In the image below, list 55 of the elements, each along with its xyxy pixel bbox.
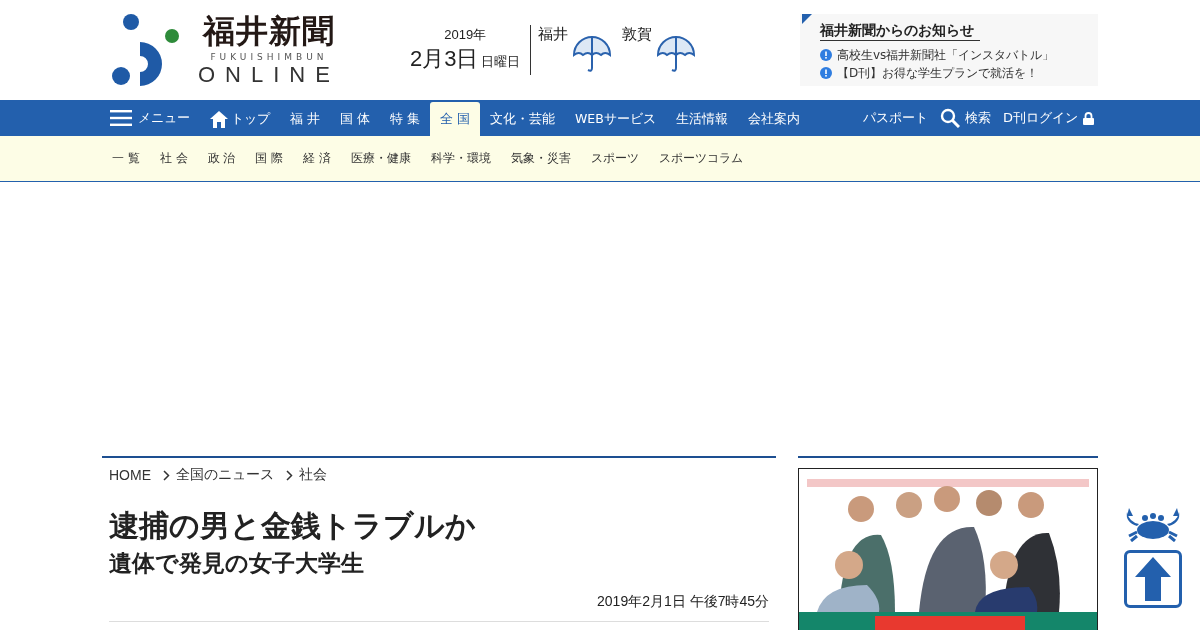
up-arrow-icon <box>1135 557 1171 601</box>
nav-tab[interactable]: 文化・芸能 <box>479 102 565 136</box>
home-icon <box>210 110 228 128</box>
subnav-link[interactable]: スポーツコラム <box>659 150 744 167</box>
subnav-link[interactable]: 経 済 <box>303 150 332 167</box>
nav-link[interactable]: 検索 <box>940 108 991 128</box>
chevron-icon <box>163 469 170 481</box>
logo-icon <box>112 14 180 86</box>
nav-link[interactable]: D刊ログイン <box>1003 109 1094 127</box>
info-icon <box>820 67 832 79</box>
date-year: 2019年 <box>444 26 487 44</box>
article-subhead: 遺体で発見の女子大学生 <box>109 549 365 578</box>
article-timestamp: 2019年2月1日 午後7時45分 <box>109 592 769 622</box>
subnav-link[interactable]: 社 会 <box>159 150 188 167</box>
nav-tab[interactable]: 国 体 <box>330 102 380 136</box>
nav-link[interactable]: パスポート <box>863 109 928 127</box>
date-day: 2月3日 <box>409 44 479 74</box>
logo-title: 福井新聞 <box>201 11 336 51</box>
back-to-top-button[interactable] <box>1124 550 1182 608</box>
nav-tab[interactable]: 全 国 <box>429 102 480 136</box>
breadcrumb-link[interactable]: 社会 <box>299 466 327 484</box>
subnav-link[interactable]: 医療・健康 <box>351 150 412 167</box>
logo-subtitle: FUKUISHIMBUN <box>210 52 328 63</box>
nav-tab[interactable]: WEBサービス <box>564 102 666 136</box>
breadcrumb-link[interactable]: HOME <box>109 467 151 483</box>
subnav-link[interactable]: 科学・環境 <box>431 150 492 167</box>
notice-link[interactable]: 【D刊】お得な学生プランで就活を！ <box>837 64 1039 82</box>
nav-tab[interactable]: 会社案内 <box>737 102 810 136</box>
lock-icon <box>1083 111 1094 125</box>
weather-city: 敦賀 <box>622 25 653 44</box>
corner-icon <box>802 14 812 24</box>
nav-tab[interactable]: トップ <box>200 102 280 136</box>
date-weekday: 日曜日 <box>481 53 521 71</box>
menu-icon <box>110 110 132 126</box>
breadcrumb-link[interactable]: 全国のニュース <box>176 466 274 484</box>
notice-title: 福井新聞からのお知らせ <box>820 22 980 41</box>
logo-online: ONLINE <box>198 64 340 86</box>
nav-tab[interactable]: 福 井 <box>280 102 330 136</box>
subnav-link[interactable]: スポーツ <box>591 150 640 167</box>
umbrella-icon <box>656 35 697 73</box>
crab-icon[interactable] <box>1125 506 1181 542</box>
chevron-icon <box>286 469 293 481</box>
notice-link[interactable]: 高校生vs福井新聞社「インスタバトル」 <box>837 46 1055 64</box>
subnav-link[interactable]: 国 際 <box>255 150 284 167</box>
article-headline: 逮捕の男と金銭トラブルか <box>109 507 477 545</box>
search-icon <box>940 108 960 128</box>
umbrella-icon <box>572 35 613 73</box>
subnav-link[interactable]: 政 治 <box>207 150 236 167</box>
nav-tab[interactable]: 特 集 <box>379 102 430 136</box>
weather-city: 福井 <box>538 25 569 44</box>
nav-tab[interactable]: 生活情報 <box>665 102 738 136</box>
menu-button[interactable]: メニュー <box>110 100 200 136</box>
info-icon <box>820 49 832 61</box>
subnav-link[interactable]: 一 覧 <box>112 150 140 167</box>
subnav-link[interactable]: 気象・災害 <box>511 150 572 167</box>
